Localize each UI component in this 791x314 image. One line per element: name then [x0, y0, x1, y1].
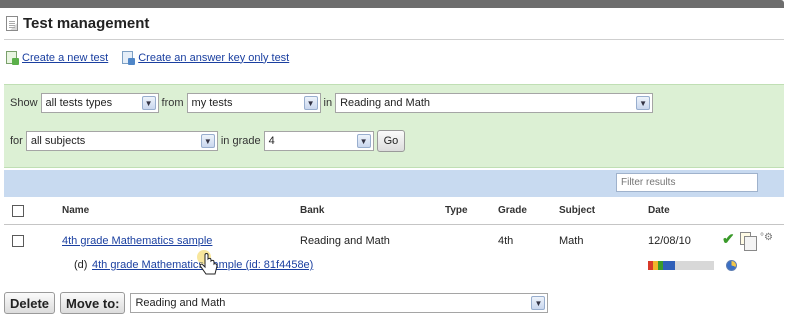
pie-chart-icon[interactable]: [726, 260, 737, 271]
sub-item-prefix: (d): [74, 259, 88, 271]
table-row: 4th grade Mathematics sample Reading and…: [4, 226, 784, 288]
column-grade[interactable]: Grade: [498, 205, 527, 216]
chevron-down-icon: ▼: [141, 96, 156, 110]
progress-bar: [648, 261, 714, 270]
from-label: from: [161, 97, 184, 109]
filter-row-2: for all subjects ▼ in grade 4 ▼ Go: [10, 130, 406, 152]
show-label: Show: [10, 97, 38, 109]
for-label: for: [10, 135, 23, 147]
copy-icon[interactable]: [740, 232, 757, 251]
answer-key-icon: [122, 51, 136, 65]
bank-select[interactable]: Reading and Math ▼: [335, 93, 654, 113]
delete-button[interactable]: Delete: [4, 292, 56, 314]
subject-value: all subjects: [30, 135, 86, 147]
row-checkbox[interactable]: [12, 235, 24, 247]
create-answer-key-action: Create an answer key only test: [122, 51, 289, 65]
select-all-checkbox[interactable]: [12, 205, 24, 217]
destination-value: Reading and Math: [135, 297, 226, 309]
grade-select[interactable]: 4 ▼: [263, 131, 374, 151]
page-header: Test management: [6, 11, 149, 35]
row-grade: 4th: [498, 235, 514, 247]
chevron-down-icon: ▼: [356, 134, 371, 148]
column-subject[interactable]: Subject: [559, 205, 595, 216]
action-links: Create a new test Create an answer key o…: [6, 51, 289, 65]
grade-label: in grade: [220, 135, 261, 147]
filter-row-1: Show all tests types ▼ from my tests ▼ i…: [10, 93, 654, 113]
new-test-icon: [6, 51, 19, 65]
document-icon: [6, 15, 18, 31]
test-type-select[interactable]: all tests types ▼: [40, 93, 159, 113]
source-value: my tests: [191, 97, 233, 109]
in-label: in: [323, 97, 333, 109]
filter-results-input[interactable]: [616, 173, 758, 192]
source-select[interactable]: my tests ▼: [186, 93, 321, 113]
check-icon: ✔: [722, 231, 735, 248]
go-button[interactable]: Go: [376, 130, 406, 152]
create-new-test-action: Create a new test: [6, 51, 108, 65]
chevron-down-icon: ▼: [531, 296, 546, 310]
gear-icon[interactable]: °⚙: [760, 232, 773, 243]
bank-value: Reading and Math: [340, 97, 430, 109]
results-toolbar: [4, 170, 784, 197]
column-name[interactable]: Name: [62, 205, 89, 216]
test-name-link[interactable]: 4th grade Mathematics sample: [62, 235, 212, 247]
column-bank[interactable]: Bank: [300, 205, 324, 216]
destination-select[interactable]: Reading and Math ▼: [130, 293, 549, 313]
subject-select[interactable]: all subjects ▼: [25, 131, 218, 151]
test-management-page: Test management Create a new test Create…: [0, 0, 791, 314]
table-header: Name Bank Type Grade Subject Date: [4, 197, 784, 225]
create-answer-key-link[interactable]: Create an answer key only test: [138, 52, 289, 64]
test-type-value: all tests types: [45, 97, 113, 109]
footer-actions: Delete Move to: Reading and Math ▼: [4, 292, 784, 314]
chevron-down-icon: ▼: [200, 134, 215, 148]
window-top-border: [0, 0, 784, 8]
header-divider: [4, 39, 784, 40]
move-to-button[interactable]: Move to:: [60, 292, 126, 314]
row-subject: Math: [559, 235, 584, 247]
grade-value: 4: [268, 135, 275, 147]
hand-pointer-icon: [197, 250, 218, 275]
chevron-down-icon: ▼: [636, 96, 651, 110]
column-date[interactable]: Date: [648, 205, 670, 216]
filter-panel: Show all tests types ▼ from my tests ▼ i…: [4, 84, 784, 168]
page-title: Test management: [23, 14, 150, 32]
chevron-down-icon: ▼: [303, 96, 318, 110]
create-new-test-link[interactable]: Create a new test: [22, 52, 108, 64]
row-date: 12/08/10: [648, 235, 691, 247]
column-type[interactable]: Type: [445, 205, 468, 216]
row-bank: Reading and Math: [300, 235, 390, 247]
